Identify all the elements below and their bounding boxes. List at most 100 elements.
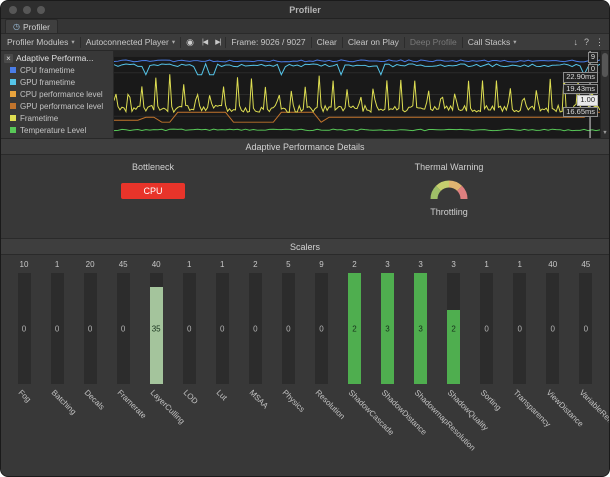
scaler-max-level: 1 (55, 259, 59, 271)
titlebar: Profiler (1, 1, 609, 19)
scaler-current-level: 0 (542, 324, 563, 333)
scaler-column: 10 0 Fog (9, 259, 39, 476)
legend-color-swatch (10, 67, 16, 73)
scaler-label-area: Physics (273, 384, 303, 476)
next-frame-button[interactable]: ▶| (211, 34, 224, 50)
profiler-window: Profiler ◷ Profiler Profiler Modules ▾ A… (0, 0, 610, 477)
legend-item[interactable]: CPU frametime (1, 64, 113, 76)
chart-scale-boxes: 90 (588, 52, 598, 74)
legend-item[interactable]: Temperature Trend (1, 136, 113, 138)
scaler-label-area: ShadowDistance (373, 384, 403, 476)
chart-value-box: 1.00 (577, 95, 598, 106)
minimize-button[interactable] (23, 6, 31, 14)
bottleneck-group: Bottleneck CPU (93, 162, 213, 199)
scaler-label: Fog (16, 388, 32, 404)
scaler-current-level: 35 (146, 324, 167, 333)
scaler-column: 5 0 Physics (273, 259, 303, 476)
profiler-modules-label: Profiler Modules (7, 37, 68, 47)
clear-button[interactable]: Clear (313, 34, 341, 50)
scaler-label-area: ShadowmapResolution (406, 384, 436, 476)
toolbar-separator (462, 37, 463, 48)
scaler-column: 2 0 MSAA (240, 259, 270, 476)
scaler-label-area: LayerCulling (141, 384, 171, 476)
scaler-column: 45 0 Framerate (108, 259, 138, 476)
previous-frame-button[interactable]: |◀ (198, 34, 211, 50)
scaler-label-area: ShadowCascade (339, 384, 369, 476)
scaler-column: 3 2 ShadowQuality (439, 259, 469, 476)
scaler-label-area: Lut (207, 384, 237, 476)
toolbar-menu-button[interactable]: ⋮ (592, 37, 607, 48)
module-chart-svg[interactable] (114, 51, 600, 138)
legend-item[interactable]: Frametime (1, 112, 113, 124)
scaler-label: Lut (214, 388, 228, 402)
legend-label: CPU performance level (20, 90, 103, 99)
scaler-label-area: ViewDistance (538, 384, 568, 476)
chevron-down-icon: ▾ (513, 38, 516, 46)
module-header[interactable]: × Adaptive Performa... (1, 51, 113, 64)
target-dropdown[interactable]: Autoconnected Player ▾ (82, 34, 179, 50)
scaler-column: 1 0 LOD (174, 259, 204, 476)
chart-scrollbar[interactable]: ▼ (600, 51, 609, 138)
thermal-gauge (389, 176, 509, 204)
scaler-bar: 0 (546, 273, 559, 384)
save-profile-button[interactable]: ↓ (570, 37, 581, 47)
module-chart-area: 90 22.90ms19.43ms1.0016.65ms ▼ (114, 51, 609, 138)
legend-label: Temperature Level (20, 126, 86, 135)
bottleneck-label: Bottleneck (93, 162, 213, 172)
legend-item[interactable]: GPU performance level (1, 100, 113, 112)
scaler-label-area: Batching (42, 384, 72, 476)
legend-color-swatch (10, 115, 16, 121)
legend-color-swatch (10, 91, 16, 97)
scaler-current-level: 3 (377, 324, 398, 333)
call-stacks-label: Call Stacks (468, 37, 511, 47)
scaler-bar: 0 (18, 273, 31, 384)
toolbar-separator (80, 37, 81, 48)
scaler-label: Decals (82, 388, 106, 412)
thermal-gauge-svg (426, 176, 472, 202)
scaler-max-level: 1 (220, 259, 224, 271)
profiler-modules-dropdown[interactable]: Profiler Modules ▾ (3, 34, 79, 50)
scaler-label-area: ShadowQuality (439, 384, 469, 476)
legend-color-swatch (10, 79, 16, 85)
scrollbar-down-arrow-icon[interactable]: ▼ (601, 129, 609, 138)
scaler-current-level: 0 (575, 324, 596, 333)
tab-profiler[interactable]: ◷ Profiler (5, 19, 58, 33)
close-button[interactable] (9, 6, 17, 14)
scaler-label: LOD (181, 388, 199, 406)
toolbar: Profiler Modules ▾ Autoconnected Player … (1, 34, 609, 51)
scaler-bar: 0 (513, 273, 526, 384)
adaptive-performance-module: × Adaptive Performa... CPU frametime GPU… (1, 51, 609, 139)
clear-on-play-button[interactable]: Clear on Play (344, 34, 403, 50)
record-button[interactable]: ◉ (182, 34, 198, 50)
scaler-bar: 0 (315, 273, 328, 384)
scaler-current-level: 0 (476, 324, 497, 333)
deep-profile-button[interactable]: Deep Profile (406, 34, 461, 50)
scaler-bar: 0 (480, 273, 493, 384)
next-frame-icon: ▶| (215, 38, 220, 46)
chart-scale-box: 9 (588, 52, 598, 63)
legend-item[interactable]: GPU frametime (1, 76, 113, 88)
scaler-max-level: 1 (484, 259, 488, 271)
scaler-bar: 0 (216, 273, 229, 384)
scaler-label-area: MSAA (240, 384, 270, 476)
help-button[interactable]: ? (581, 37, 592, 47)
scaler-label-area: Sorting (472, 384, 502, 476)
scaler-label-area: Fog (9, 384, 39, 476)
scaler-bar: 0 (579, 273, 592, 384)
scaler-label: VariableRefreshRate (578, 388, 609, 446)
legend-item[interactable]: Temperature Level (1, 124, 113, 136)
scaler-bar: 0 (117, 273, 130, 384)
call-stacks-dropdown[interactable]: Call Stacks ▾ (464, 34, 521, 50)
scaler-column: 1 0 Lut (207, 259, 237, 476)
thermal-warning-group: Thermal Warning Throttling (389, 162, 509, 217)
scaler-label: MSAA (247, 388, 269, 410)
chart-value-box: 19.43ms (563, 84, 598, 95)
legend-item[interactable]: CPU performance level (1, 88, 113, 100)
scaler-max-level: 20 (86, 259, 95, 271)
scrollbar-thumb[interactable] (602, 53, 608, 77)
scaler-current-level: 3 (410, 324, 431, 333)
scalers-panel: 10 0 Fog 1 0 Batching 20 0 Decals 45 (1, 255, 609, 476)
scaler-column: 20 0 Decals (75, 259, 105, 476)
zoom-button[interactable] (37, 6, 45, 14)
details-section-header: Adaptive Performance Details (1, 139, 609, 155)
